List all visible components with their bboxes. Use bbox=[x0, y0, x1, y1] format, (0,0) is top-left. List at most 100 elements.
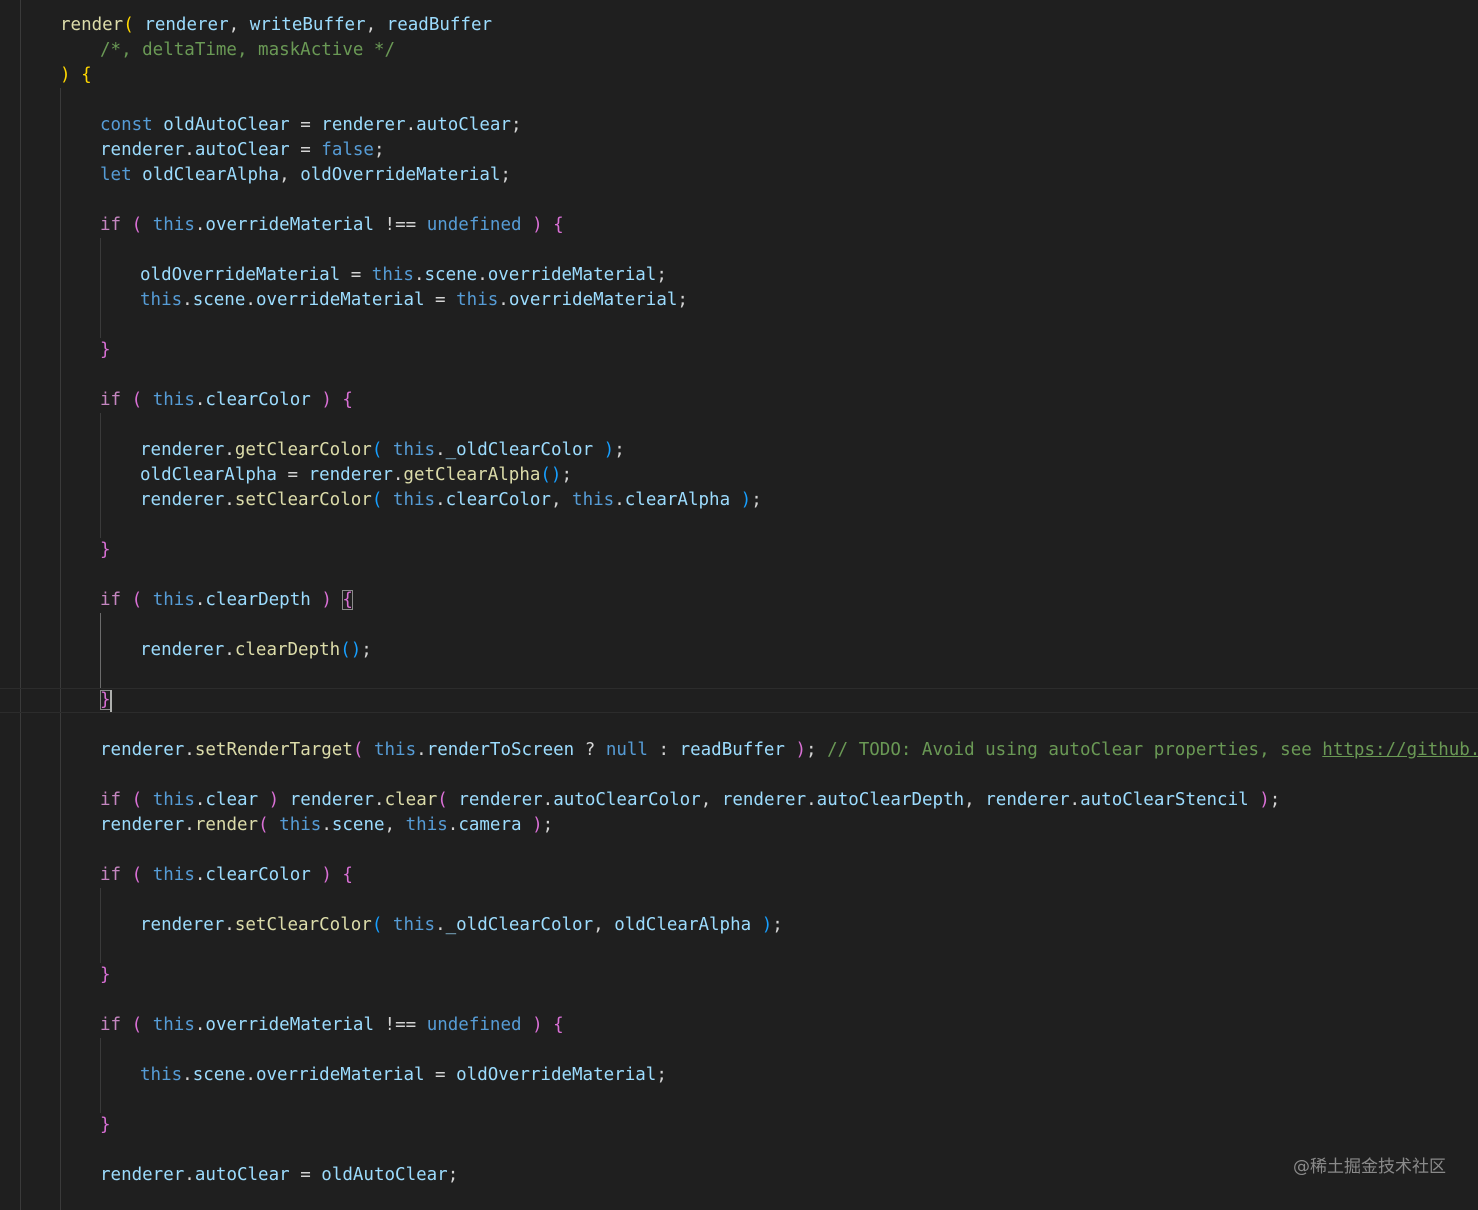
code-token: = bbox=[340, 265, 372, 285]
code-token: { bbox=[342, 865, 353, 885]
code-token: renderer bbox=[321, 115, 406, 135]
code-token: ( bbox=[258, 815, 269, 835]
code-token: oldOverrideMaterial bbox=[140, 265, 341, 285]
code-line: if ( this.clearColor ) { bbox=[100, 388, 353, 413]
code-line: } bbox=[100, 338, 111, 363]
code-token: . bbox=[184, 740, 195, 760]
code-token: render bbox=[60, 15, 124, 35]
code-token: () bbox=[540, 465, 562, 485]
code-token: this bbox=[152, 790, 195, 810]
code-token: if bbox=[100, 865, 122, 885]
code-token: overrideMaterial bbox=[255, 290, 425, 310]
code-line: renderer.autoClear = false; bbox=[100, 138, 385, 163]
code-editor[interactable]: render( renderer, writeBuffer, readBuffe… bbox=[0, 0, 1478, 1210]
code-token: if bbox=[100, 215, 122, 235]
code-token: autoClear bbox=[416, 115, 511, 135]
code-token: { bbox=[342, 590, 353, 610]
code-token: , bbox=[279, 165, 301, 185]
code-line: oldClearAlpha = renderer.getClearAlpha()… bbox=[140, 463, 572, 488]
code-token: this bbox=[392, 440, 436, 460]
code-token: ) bbox=[321, 865, 332, 885]
code-token: . bbox=[413, 265, 425, 285]
code-line: this.scene.overrideMaterial = this.overr… bbox=[140, 288, 688, 313]
code-token: ; bbox=[772, 915, 783, 935]
code-line: render( renderer, writeBuffer, readBuffe… bbox=[60, 13, 492, 38]
code-line: renderer.autoClear = oldAutoClear; bbox=[100, 1163, 458, 1188]
code-token: camera bbox=[458, 815, 522, 835]
indent-guide bbox=[100, 1038, 101, 1113]
code-token: ; bbox=[1269, 790, 1281, 810]
code-token: . bbox=[321, 815, 332, 835]
code-token: getClearAlpha bbox=[403, 465, 541, 485]
code-token: . bbox=[194, 390, 206, 410]
code-token: . bbox=[224, 640, 235, 660]
code-token: undefined bbox=[426, 1015, 522, 1035]
code-token: } bbox=[100, 540, 111, 560]
code-token: null bbox=[605, 740, 648, 760]
code-token: ; bbox=[561, 465, 573, 485]
code-token: autoClearDepth bbox=[816, 790, 965, 810]
code-token: renderToScreen bbox=[426, 740, 575, 760]
code-token: . bbox=[194, 865, 206, 885]
code-token: this bbox=[392, 490, 436, 510]
code-token: ( bbox=[123, 15, 134, 35]
code-token: ; bbox=[656, 1065, 667, 1085]
code-token: . bbox=[416, 740, 427, 760]
code-line: renderer.setRenderTarget( this.renderToS… bbox=[100, 738, 1478, 763]
code-token: ; bbox=[656, 265, 667, 285]
code-token: ) bbox=[268, 790, 280, 810]
code-token: oldClearAlpha bbox=[142, 165, 280, 185]
code-token: this bbox=[140, 290, 183, 310]
code-token: . bbox=[224, 490, 235, 510]
code-line: } bbox=[100, 1113, 111, 1138]
code-token: . bbox=[224, 440, 235, 460]
code-token: ( bbox=[131, 215, 143, 235]
code-token: setRenderTarget bbox=[194, 740, 353, 760]
code-token: this bbox=[373, 740, 417, 760]
code-token: ; bbox=[373, 140, 385, 160]
code-token: = bbox=[289, 140, 322, 160]
code-token: . bbox=[182, 290, 193, 310]
code-token: ) bbox=[532, 1015, 543, 1035]
code-token: ) bbox=[1259, 790, 1270, 810]
code-token: oldAutoClear bbox=[321, 1165, 448, 1185]
indent-guide bbox=[100, 238, 101, 338]
code-token: ; bbox=[447, 1165, 459, 1185]
code-token: autoClear bbox=[194, 140, 290, 160]
code-token: ) bbox=[795, 740, 807, 760]
code-token: ; bbox=[361, 640, 372, 660]
code-token: , bbox=[593, 915, 615, 935]
code-token: clearDepth bbox=[234, 640, 341, 660]
code-token: this bbox=[152, 590, 195, 610]
code-token: oldAutoClear bbox=[163, 115, 290, 135]
code-token: scene bbox=[192, 1065, 246, 1085]
code-token: if bbox=[100, 590, 122, 610]
code-token: overrideMaterial bbox=[205, 215, 374, 235]
code-token: ( bbox=[131, 1015, 143, 1035]
code-line: renderer.render( this.scene, this.camera… bbox=[100, 813, 553, 838]
code-token: https://github.com/mrdoob/three.js/pull/… bbox=[1322, 740, 1478, 760]
code-token: renderer bbox=[721, 790, 807, 810]
code-token: clearColor bbox=[205, 390, 311, 410]
indent-guide bbox=[20, 0, 21, 1210]
code-line: ) { bbox=[60, 63, 92, 88]
code-token: setClearColor bbox=[234, 490, 372, 510]
code-token: . bbox=[224, 915, 235, 935]
code-token: { bbox=[553, 215, 564, 235]
code-token: clear bbox=[384, 790, 438, 810]
